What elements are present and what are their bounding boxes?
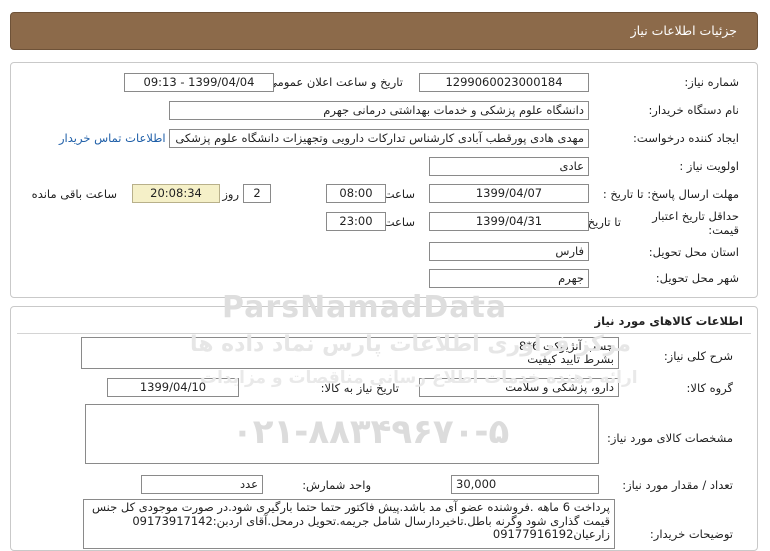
city-field: جهرم (429, 269, 589, 288)
validity-time-field: 23:00 (326, 212, 386, 231)
qty-label: تعداد / مقدار مورد نیاز: (622, 478, 733, 492)
group-field: دارو، پزشکی و سلامت (419, 378, 619, 397)
page-header: جزئیات اطلاعات نیاز (10, 12, 758, 50)
need-details-panel: شماره نیاز: 1299060023000184 تاریخ و ساع… (10, 62, 758, 298)
specs-field (85, 404, 599, 464)
need-number-label: شماره نیاز: (684, 75, 739, 89)
summary-field: چسب آنژیوکت 6*8 بشرط تایید کیفیت (81, 337, 619, 369)
send-time-field: 08:00 (326, 184, 386, 203)
buyer-notes-label: توضیحات خریدار: (649, 527, 733, 541)
remaining-label: ساعت باقی مانده (31, 187, 117, 201)
qty-value: 30,000 (456, 477, 497, 491)
need-date-label: تاریخ نیاز به کالا: (320, 381, 399, 395)
creator-label: ایجاد کننده درخواست: (633, 131, 739, 145)
unit-field: عدد (141, 475, 263, 494)
remaining-time-field: 20:08:34 (132, 184, 220, 203)
buyer-contact-link[interactable]: اطلاعات تماس خریدار (59, 131, 166, 145)
validity-time-label: ساعت (383, 215, 415, 229)
summary-line-2: بشرط تایید کیفیت (527, 352, 614, 366)
send-deadline-label: مهلت ارسال پاسخ: تا تاریخ : (602, 187, 739, 201)
need-date-field: 1399/04/10 (107, 378, 239, 397)
send-time-label: ساعت (383, 187, 415, 201)
group-label: گروه کالا: (686, 381, 733, 395)
summary-label: شرح کلی نیاز: (663, 349, 733, 363)
goods-section-title: اطلاعات کالاهای مورد نیاز (594, 314, 743, 328)
qty-field: 30,000 (451, 475, 599, 494)
city-label: شهر محل تحویل: (655, 271, 739, 285)
page-title: جزئیات اطلاعات نیاز (630, 23, 737, 38)
province-field: فارس (429, 242, 589, 261)
announce-date-label: تاریخ و ساعت اعلان عمومی: (264, 75, 403, 89)
buyer-org-field: دانشگاه علوم پزشکی و خدمات بهداشتی درمان… (169, 101, 589, 120)
buyer-org-label: نام دستگاه خریدار: (648, 103, 739, 117)
section-divider (17, 333, 751, 334)
days-remaining-field: 2 (243, 184, 271, 203)
goods-panel: اطلاعات کالاهای مورد نیاز شرح کلی نیاز: … (10, 306, 758, 551)
need-number-field: 1299060023000184 (419, 73, 589, 92)
creator-field: مهدی هادی پورقطب آبادی کارشناس تدارکات د… (169, 129, 589, 148)
send-date-field: 1399/04/07 (429, 184, 589, 203)
priority-label: اولویت نیاز : (679, 159, 739, 173)
buyer-notes-field: پرداخت 6 ماهه .فروشنده عضو آی مد باشد.پی… (83, 499, 615, 549)
validity-label: حداقل تاریخ اعتبار قیمت: (652, 209, 739, 237)
validity-date-field: 1399/04/31 (429, 212, 589, 231)
priority-field: عادی (429, 157, 589, 176)
announce-date-field: 1399/04/04 - 09:13 (124, 73, 274, 92)
province-label: استان محل تحویل: (648, 245, 739, 259)
specs-label: مشخصات کالای مورد نیاز: (606, 431, 733, 445)
unit-label: واحد شمارش: (302, 478, 371, 492)
